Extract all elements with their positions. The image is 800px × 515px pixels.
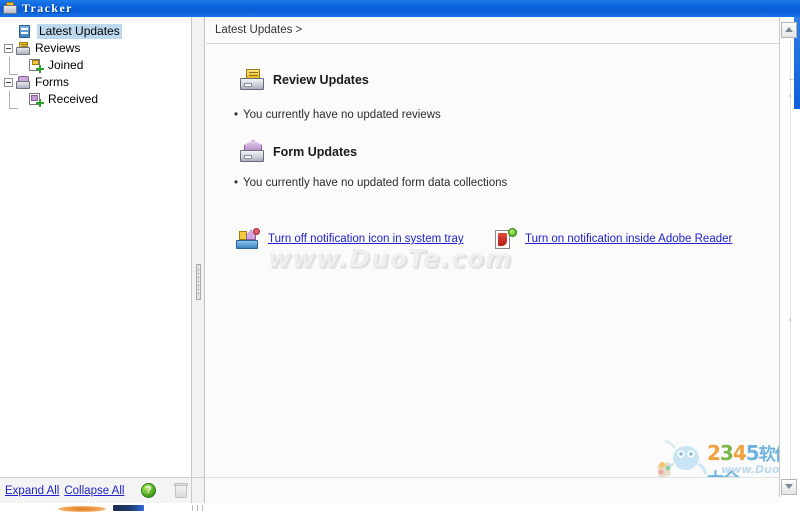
main-content-pane: Latest Updates > Review Updates • You cur… <box>206 17 779 477</box>
turn-off-tray-notification-link[interactable]: Turn off notification icon in system tra… <box>268 233 464 245</box>
trash-icon[interactable] <box>174 482 188 499</box>
section-title: Form Updates <box>273 145 358 159</box>
section-review-updates-header: Review Updates <box>239 68 369 92</box>
breadcrumb[interactable]: Latest Updates > <box>215 24 302 36</box>
notification-tray-link-group[interactable]: Turn off notification icon in system tra… <box>236 228 464 250</box>
help-circle-icon[interactable]: ? <box>141 483 156 498</box>
scrollbar-tick: ‹ <box>789 315 792 324</box>
pane-splitter[interactable] <box>192 17 205 477</box>
review-updates-icon <box>239 68 265 92</box>
section-title: Review Updates <box>273 73 369 87</box>
scrollbar-tick: ‹ <box>789 91 792 100</box>
breadcrumb-divider <box>206 43 779 44</box>
taskbar-orange-item[interactable] <box>58 506 106 512</box>
sidebar-item-label: Latest Updates <box>37 24 122 39</box>
collapse-toggle-reviews[interactable] <box>4 44 13 53</box>
sidebar-item-received[interactable]: Received <box>4 90 191 109</box>
system-tray-notification-icon <box>236 228 260 250</box>
desktop-taskbar-sliver <box>0 503 800 515</box>
sidebar-item-label: Reviews <box>35 41 81 55</box>
bullet-glyph: • <box>234 109 239 121</box>
tree-footer-toolbar: Expand All Collapse All ? <box>0 477 192 503</box>
taskbar-blue-item[interactable] <box>113 505 144 511</box>
adobe-reader-pdf-icon <box>493 228 517 250</box>
latest-updates-icon <box>17 24 33 39</box>
message-text: You currently have no updated reviews <box>243 109 441 121</box>
sidebar-item-latest-updates[interactable]: Latest Updates <box>4 23 191 40</box>
scroll-down-arrow-icon[interactable] <box>781 479 797 495</box>
content-footer-strip <box>206 477 779 503</box>
taskbar-separator <box>192 505 216 511</box>
turn-on-reader-notification-link[interactable]: Turn on notification inside Adobe Reader <box>525 233 732 245</box>
sidebar-item-label: Joined <box>48 58 84 72</box>
joined-page-icon <box>28 58 44 73</box>
forms-tray-icon <box>15 75 31 90</box>
sidebar-item-joined[interactable]: Joined <box>4 56 191 75</box>
navigation-tree-pane: Latest Updates Reviews Joined Forms Rece… <box>0 17 192 477</box>
collapse-toggle-forms[interactable] <box>4 78 13 87</box>
tracker-window: Tracker Latest Updates Reviews Joined Fo… <box>0 0 800 515</box>
scrollbar-track[interactable] <box>790 41 791 481</box>
tracker-tray-icon <box>3 2 17 15</box>
expand-all-link[interactable]: Expand All <box>5 485 59 497</box>
window-titlebar[interactable]: Tracker <box>0 0 800 17</box>
collapse-all-link[interactable]: Collapse All <box>64 485 124 497</box>
message-text: You currently have no updated form data … <box>243 177 508 189</box>
scrollbar-tick: – <box>789 75 794 84</box>
tracker-tree: Latest Updates Reviews Joined Forms Rece… <box>0 17 191 109</box>
splitter-grip[interactable] <box>196 264 201 300</box>
form-updates-icon <box>239 140 265 164</box>
window-vertical-scrollbar[interactable]: – ‹ ‹ <box>779 17 800 497</box>
footer-splitter <box>192 477 205 503</box>
form-updates-message: • You currently have no updated form data… <box>234 177 507 189</box>
sidebar-item-forms[interactable]: Forms <box>4 74 191 91</box>
section-form-updates-header: Form Updates <box>239 140 357 164</box>
scroll-up-arrow-icon[interactable] <box>781 22 797 38</box>
notification-reader-link-group[interactable]: Turn on notification inside Adobe Reader <box>493 228 732 250</box>
sidebar-item-label: Forms <box>35 75 69 89</box>
sidebar-item-reviews[interactable]: Reviews <box>4 40 191 57</box>
review-updates-message: • You currently have no updated reviews <box>234 109 441 121</box>
bullet-glyph: • <box>234 177 239 189</box>
reviews-tray-icon <box>15 41 31 56</box>
received-page-icon <box>28 92 44 107</box>
sidebar-item-label: Received <box>48 92 99 106</box>
window-title: Tracker <box>22 1 73 15</box>
